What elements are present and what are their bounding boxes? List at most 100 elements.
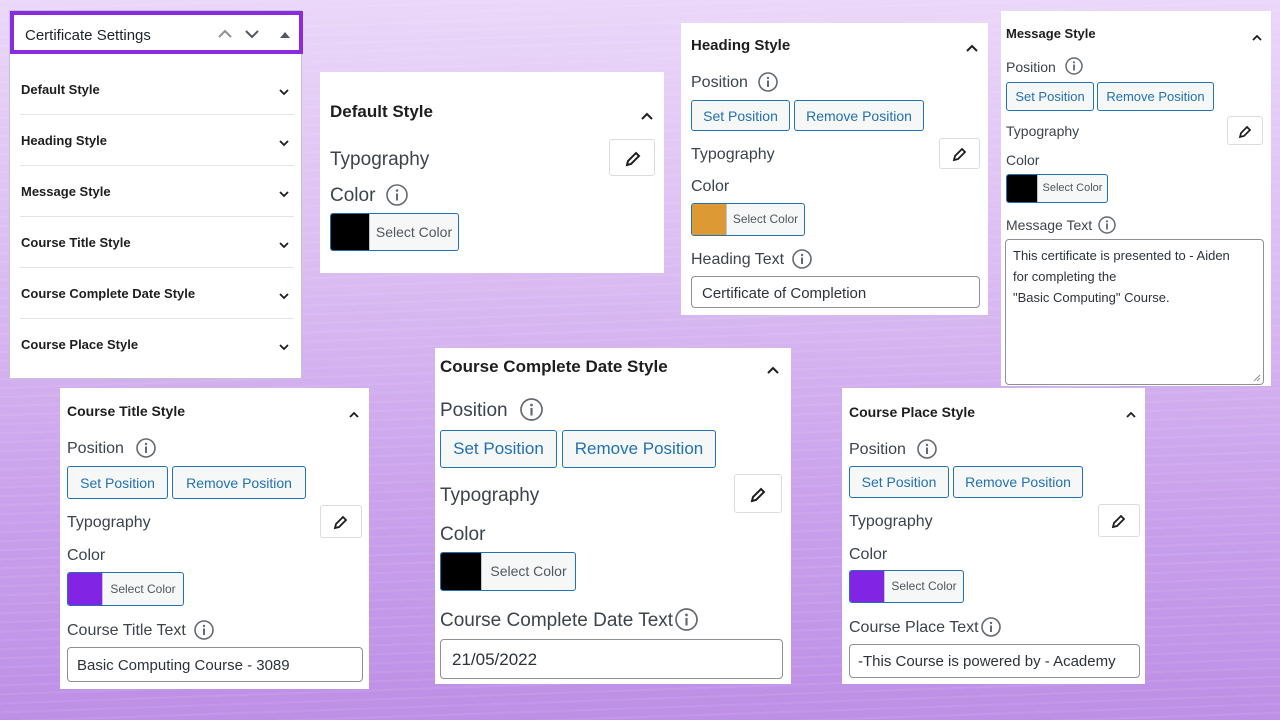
position-label: Position [1006,59,1056,75]
set-position-button[interactable]: Set Position [67,466,168,499]
position-label: Position [440,400,508,421]
color-label: Color [691,178,730,195]
chevron-down-icon [279,191,289,198]
chevron-down-icon [279,293,289,300]
color-picker[interactable]: Select Color [67,572,184,606]
list-item-message-style[interactable]: Message Style [20,166,294,217]
color-label: Color [1006,152,1040,168]
typography-edit-button[interactable] [734,474,782,513]
pencil-icon [1111,514,1126,529]
chevron-up-icon[interactable] [965,43,979,53]
typography-edit-button[interactable] [939,138,980,169]
typography-edit-button[interactable] [1098,504,1140,537]
collapse-triangle-icon[interactable] [279,31,291,39]
list-item-course-complete-date-style[interactable]: Course Complete Date Style [20,268,294,319]
position-label: Position [849,441,906,458]
color-picker[interactable]: Select Color [440,552,576,591]
panel-title: Heading Style [691,37,791,54]
remove-position-button[interactable]: Remove Position [562,430,716,468]
course-title-text-input[interactable]: Basic Computing Course - 3089 [67,647,363,682]
info-icon [758,72,778,92]
list-item-default-style[interactable]: Default Style [20,64,294,115]
remove-position-button[interactable]: Remove Position [1097,82,1214,111]
certificate-settings-header[interactable]: Certificate Settings [10,11,303,54]
chevron-down-icon [279,89,289,96]
course-complete-date-text-input[interactable]: 21/05/2022 [440,639,783,679]
panel-title: Course Complete Date Style [440,357,668,376]
typography-edit-button[interactable] [320,505,362,538]
remove-position-button[interactable]: Remove Position [953,466,1083,498]
heading-style-panel: Heading Style Position Set Position Remo… [681,23,988,315]
list-item-label: Course Title Style [21,235,131,250]
course-place-text-input[interactable]: -This Course is powered by - Academy [849,644,1140,678]
chevron-up-icon[interactable] [348,410,360,419]
color-picker[interactable]: Select Color [330,213,459,251]
default-style-panel: Default Style Typography Color Select Co… [320,72,664,273]
info-icon [1065,57,1083,75]
list-item-heading-style[interactable]: Heading Style [20,115,294,166]
typography-label: Typography [1006,123,1080,139]
set-position-button[interactable]: Set Position [849,466,949,498]
panel-title: Course Title Style [67,403,186,419]
info-icon [386,184,408,206]
typography-label: Typography [440,485,540,506]
chevron-down-icon [279,242,289,249]
color-label: Color [67,547,106,564]
move-down-icon[interactable] [244,28,260,40]
message-text-textarea[interactable]: This certificate is presented to - Aiden… [1005,239,1264,385]
chevron-up-icon[interactable] [1251,33,1263,42]
set-position-button[interactable]: Set Position [440,430,557,468]
typography-edit-button[interactable] [1227,116,1263,145]
info-icon [1098,216,1116,234]
course-complete-date-style-panel: Course Complete Date Style Position Set … [435,348,791,684]
list-item-label: Default Style [21,82,100,97]
pencil-icon [333,515,348,530]
select-color-label: Select Color [884,571,963,602]
remove-position-button[interactable]: Remove Position [794,100,924,131]
panel-title: Course Place Style [849,404,976,420]
list-item-label: Course Place Style [21,337,139,352]
course-title-text-label: Course Title Text [67,622,186,639]
typography-label: Typography [330,149,430,170]
select-color-label: Select Color [726,204,804,235]
info-icon [981,617,1001,637]
color-swatch [1007,175,1037,202]
move-up-icon[interactable] [217,28,233,40]
panel-title: Default Style [330,102,433,121]
chevron-up-icon[interactable] [640,111,654,121]
resize-handle-icon[interactable] [1253,374,1261,382]
set-position-button[interactable]: Set Position [691,100,790,131]
list-item-course-title-style[interactable]: Course Title Style [20,217,294,268]
color-label: Color [330,185,376,206]
chevron-down-icon [279,344,289,351]
remove-position-button[interactable]: Remove Position [172,466,306,499]
color-picker[interactable]: Select Color [691,203,805,236]
chevron-up-icon[interactable] [766,365,780,375]
course-place-style-panel: Course Place Style Position Set Position… [842,388,1145,684]
select-color-label: Select Color [481,553,575,590]
chevron-up-icon[interactable] [1125,410,1137,419]
list-item-label: Message Style [21,184,111,199]
typography-label: Typography [849,513,933,530]
color-picker[interactable]: Select Color [849,570,964,603]
typography-edit-button[interactable] [609,139,655,176]
info-icon [136,438,156,458]
course-complete-date-text-label: Course Complete Date Text [440,610,674,631]
info-icon [194,620,214,640]
heading-text-input[interactable]: Certificate of Completion [691,276,980,308]
typography-label: Typography [67,514,151,531]
set-position-button[interactable]: Set Position [1006,82,1094,111]
color-label: Color [440,524,486,545]
select-color-label: Select Color [102,573,183,605]
pencil-icon [952,147,967,162]
color-label: Color [849,546,888,563]
message-line: This certificate is presented to - Aiden [1013,248,1230,263]
list-item-label: Heading Style [21,133,107,148]
panel-title: Message Style [1006,26,1096,41]
info-icon [520,398,543,421]
list-item-course-place-style[interactable]: Course Place Style [20,319,294,370]
certificate-settings-panel: Certificate Settings Default Style Headi… [9,10,303,379]
info-icon [917,439,937,459]
color-picker[interactable]: Select Color [1006,174,1108,203]
list-item-label: Course Complete Date Style [21,286,196,301]
